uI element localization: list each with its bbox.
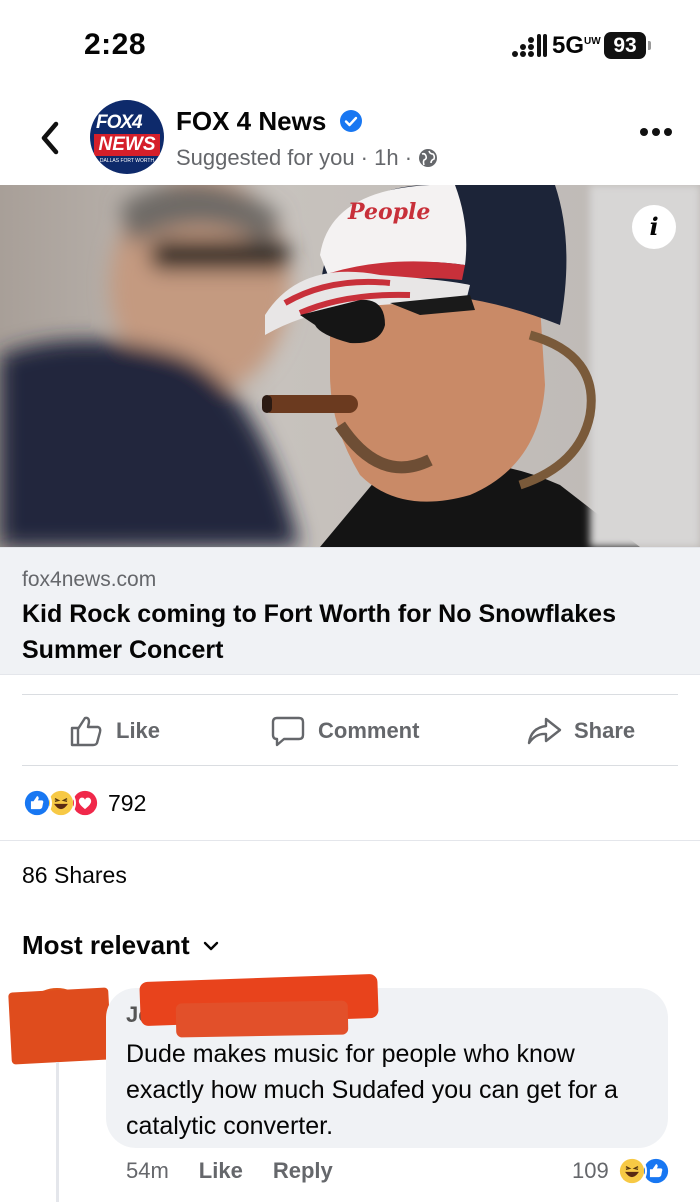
comment-meta: 54m Like Reply: [126, 1158, 333, 1184]
logo-sub-text: DALLAS FORT WORTH: [99, 158, 155, 164]
photo-illustration: People: [0, 185, 700, 547]
divider: [0, 840, 700, 841]
action-bar: Like Comment Share: [22, 694, 678, 766]
info-icon[interactable]: i: [632, 205, 676, 249]
link-domain: fox4news.com: [22, 568, 157, 591]
comment-time: 54m: [126, 1158, 169, 1183]
shares-count[interactable]: 86 Shares: [22, 862, 127, 889]
share-label: Share: [574, 718, 636, 743]
comments-sort-dropdown[interactable]: Most relevant: [22, 930, 220, 961]
like-button[interactable]: Like: [68, 695, 160, 767]
post-photo[interactable]: People: [0, 185, 700, 547]
status-bar: 2:28 5GUW 93: [0, 0, 700, 92]
back-chevron-icon[interactable]: [34, 118, 68, 158]
status-time: 2:28: [84, 28, 147, 61]
globe-icon: [419, 149, 438, 167]
reaction-count: 792: [108, 789, 147, 816]
thumbs-up-icon: [70, 716, 102, 747]
page-name[interactable]: FOX 4 News: [176, 106, 326, 137]
avatar-redaction-mark: [8, 987, 112, 1065]
logo-news-text: NEWS: [94, 134, 160, 156]
name-redaction-mark-2: [175, 1000, 349, 1038]
share-button[interactable]: Share: [526, 695, 635, 767]
network-label: 5GUW: [552, 32, 601, 59]
share-arrow-icon: [527, 717, 562, 745]
cap-text: People: [347, 199, 430, 225]
comment-like-button[interactable]: Like: [199, 1158, 243, 1184]
verified-badge-icon: [340, 110, 362, 132]
more-options-icon[interactable]: [636, 122, 676, 142]
logo-fox-text: FOX4: [96, 112, 143, 133]
thread-line: [56, 1062, 59, 1202]
link-preview[interactable]: fox4news.com Kid Rock coming to Fort Wor…: [0, 547, 700, 675]
chevron-down-icon: [203, 941, 218, 950]
page-avatar-logo[interactable]: FOX4 NEWS DALLAS FORT WORTH: [90, 100, 164, 174]
link-title: Kid Rock coming to Fort Worth for No Sno…: [22, 600, 616, 664]
comment-text: Dude makes music for people who know exa…: [126, 1040, 618, 1140]
reaction-summary[interactable]: 792: [22, 786, 146, 820]
comment-label: Comment: [318, 718, 420, 743]
comment-icon: [271, 716, 305, 747]
post-meta: Suggested for you · 1h ·: [176, 145, 438, 171]
haha-reaction-icon: [616, 1156, 647, 1186]
battery-indicator: 93: [604, 32, 646, 59]
like-reaction-icon: [22, 788, 52, 818]
comment-reply-button[interactable]: Reply: [273, 1158, 333, 1184]
sort-label: Most relevant: [22, 930, 190, 960]
comment-reaction-count: 109: [572, 1158, 609, 1183]
comment-button[interactable]: Comment: [270, 695, 419, 767]
signal-icon: [512, 34, 547, 57]
post-meta-text: Suggested for you · 1h ·: [176, 145, 413, 170]
battery-nub: [648, 41, 651, 50]
comment-reactions[interactable]: 109: [572, 1156, 671, 1186]
like-label: Like: [116, 718, 161, 743]
